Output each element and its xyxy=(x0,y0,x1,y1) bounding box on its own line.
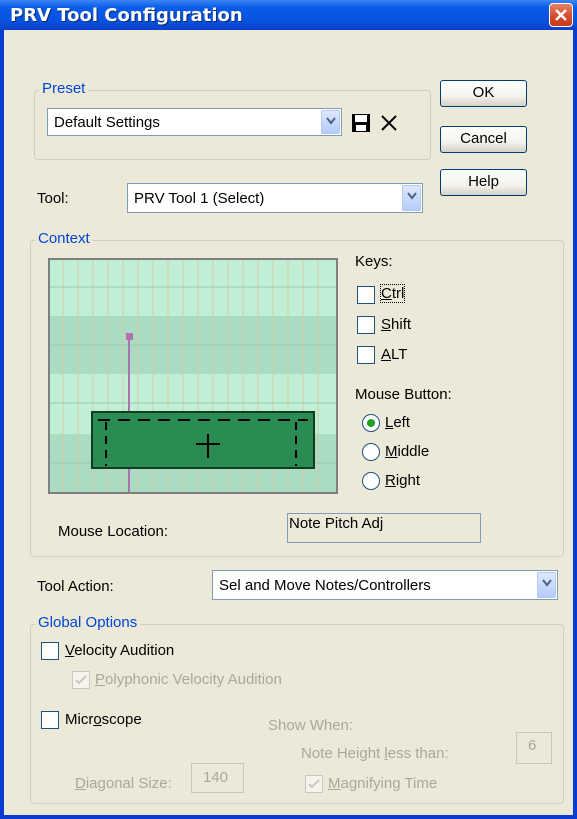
tool-label: Tool: xyxy=(37,190,69,207)
mouse-button-label: Mouse Button: xyxy=(355,386,452,403)
microscope-label[interactable]: Microscope xyxy=(65,711,142,728)
diagonal-size-label: Diagonal Size: xyxy=(75,775,172,792)
velocity-audition-label[interactable]: Velocity Audition xyxy=(65,642,174,659)
note-height-field[interactable]: 6 xyxy=(516,732,552,764)
left-radio[interactable] xyxy=(362,414,380,432)
keys-label: Keys: xyxy=(355,253,393,270)
mouse-location-field: Note Pitch Adj xyxy=(287,513,481,543)
mouse-location-value: Note Pitch Adj xyxy=(289,515,384,532)
note-height-value: 6 xyxy=(528,737,537,754)
ok-button[interactable]: OK xyxy=(440,80,527,107)
preset-combo[interactable]: Default Settings xyxy=(47,108,342,136)
alt-checkbox[interactable] xyxy=(357,346,375,364)
show-when-label: Show When: xyxy=(268,717,354,734)
ctrl-label[interactable]: Ctrl xyxy=(379,284,406,303)
preset-value: Default Settings xyxy=(54,114,160,131)
middle-radio[interactable] xyxy=(362,443,380,461)
diagonal-size-field[interactable]: 140 xyxy=(191,763,244,793)
note-height-label: Note Height less than: xyxy=(301,745,449,762)
preset-group-label: Preset xyxy=(39,80,89,97)
right-label[interactable]: Right xyxy=(385,472,420,489)
context-group-label: Context xyxy=(35,230,93,247)
left-label[interactable]: Left xyxy=(385,414,410,431)
polyphonic-velocity-audition-label[interactable]: Polyphonic Velocity Audition xyxy=(95,671,282,688)
tool-action-value: Sel and Move Notes/Controllers xyxy=(219,577,431,594)
checkmark-icon xyxy=(308,779,320,789)
global-options-group-label: Global Options xyxy=(35,614,141,631)
chevron-down-icon[interactable] xyxy=(537,572,556,598)
close-button[interactable] xyxy=(549,3,573,27)
tool-action-label: Tool Action: xyxy=(37,578,114,595)
save-icon[interactable] xyxy=(351,113,371,133)
magnifying-time-label[interactable]: Magnifying Time xyxy=(328,775,437,792)
title-bar[interactable]: PRV Tool Configuration xyxy=(0,0,577,30)
cancel-button[interactable]: Cancel xyxy=(440,126,527,153)
delete-icon[interactable] xyxy=(380,114,398,132)
piano-roll-preview xyxy=(48,258,338,494)
magnifying-time-checkbox[interactable] xyxy=(305,775,323,793)
velocity-audition-checkbox[interactable] xyxy=(41,642,59,660)
tool-combo[interactable]: PRV Tool 1 (Select) xyxy=(127,183,423,213)
right-radio[interactable] xyxy=(362,472,380,490)
alt-label[interactable]: ALT xyxy=(381,346,407,363)
window-title: PRV Tool Configuration xyxy=(10,5,243,26)
ctrl-checkbox[interactable] xyxy=(357,286,375,304)
shift-checkbox[interactable] xyxy=(357,316,375,334)
tool-action-combo[interactable]: Sel and Move Notes/Controllers xyxy=(212,570,558,600)
chevron-down-icon[interactable] xyxy=(402,185,421,211)
diagonal-size-value: 140 xyxy=(203,769,229,786)
tool-value: PRV Tool 1 (Select) xyxy=(134,190,265,207)
dialog-client: Preset Default Settings OK Cancel Help T… xyxy=(4,30,573,815)
shift-label[interactable]: Shift xyxy=(381,316,411,333)
mouse-location-label: Mouse Location: xyxy=(58,523,169,540)
help-button[interactable]: Help xyxy=(440,169,527,196)
polyphonic-velocity-audition-checkbox[interactable] xyxy=(72,671,90,689)
middle-label[interactable]: Middle xyxy=(385,443,429,460)
chevron-down-icon[interactable] xyxy=(321,110,340,134)
dialog-window: PRV Tool Configuration Preset Default Se… xyxy=(0,0,577,819)
close-icon xyxy=(555,9,567,21)
checkmark-icon xyxy=(75,675,87,685)
microscope-checkbox[interactable] xyxy=(41,711,59,729)
